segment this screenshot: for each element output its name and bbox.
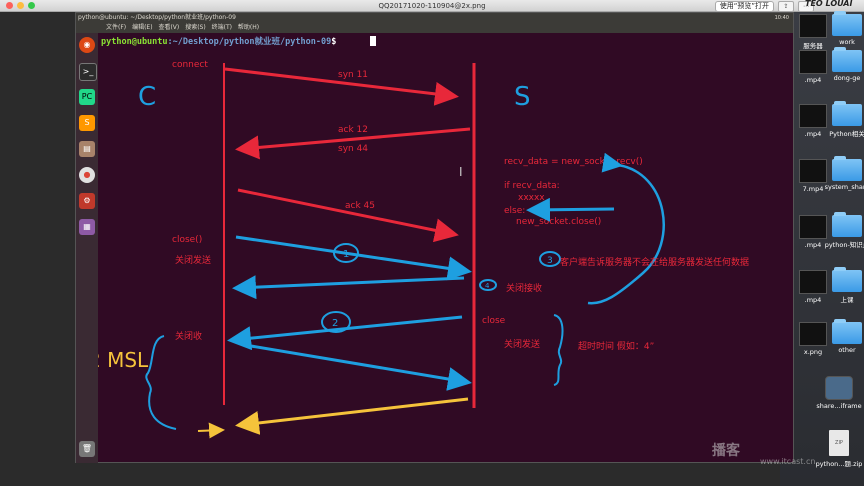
code-line-5: new_socket.close() xyxy=(516,217,601,227)
sublime-icon[interactable]: S xyxy=(79,115,95,131)
terminal-window-title: python@ubuntu: ~/Desktop/python就业班/pytho… xyxy=(78,14,236,21)
code-line-4: else: xyxy=(504,206,525,216)
close-client-label: close() xyxy=(172,235,202,245)
menu-edit[interactable]: 编辑(E) xyxy=(132,24,152,31)
timeout-label: 超时时间 假如：4” xyxy=(578,340,654,352)
ack-45-label: ack 45 xyxy=(345,201,375,211)
recv-loop-curve xyxy=(587,152,665,305)
desktop-item[interactable]: ZIP python...题.zip xyxy=(814,430,864,468)
ubuntu-launcher: ◉ >_ PC S ▤ ● ⚙ ▦ 🗑 xyxy=(76,33,98,463)
close-recv-server-label: 关闭接收 xyxy=(506,282,542,294)
desktop-item[interactable]: Python相关 xyxy=(822,101,864,138)
step-4-digit: 4 xyxy=(485,282,490,290)
close-send-client-label: 关闭发送 xyxy=(175,254,211,266)
settings-icon[interactable]: ⚙ xyxy=(79,193,95,209)
folder-icon xyxy=(832,47,862,72)
connect-label: connect xyxy=(172,60,208,70)
preview-titlebar: QQ20171020-110904@2x.png 使用“预览”打开 ⇪ ⋯ xyxy=(0,0,864,12)
desktop-item[interactable]: work xyxy=(822,11,864,46)
syn-11-label: syn 11 xyxy=(338,70,368,80)
step-2-digit: 2 xyxy=(332,318,338,329)
code-line-3: xxxxx xyxy=(518,193,545,203)
workspace-icon[interactable]: ▦ xyxy=(79,219,95,235)
terminal-icon[interactable]: >_ xyxy=(79,63,97,81)
terminal-area[interactable]: python@ubuntu:~/Desktop/python就业班/python… xyxy=(98,33,793,462)
close-send-server-label: 关闭发送 xyxy=(504,338,540,350)
ubuntu-vm-window: python@ubuntu: ~/Desktop/python就业班/pytho… xyxy=(75,12,794,463)
open-with-preview-button[interactable]: 使用“预览”打开 xyxy=(714,1,774,12)
brand-watermark: TEO LOUAI xyxy=(805,0,853,8)
syn-44-label: syn 44 xyxy=(338,144,368,154)
share-icon[interactable]: ⇪ xyxy=(778,1,794,12)
menu-terminal[interactable]: 终端(T) xyxy=(212,24,232,31)
server-letter: S xyxy=(514,82,531,112)
zip-icon: ZIP xyxy=(829,430,849,456)
step-3-digit: 3 xyxy=(547,256,553,266)
ubuntu-topbar: python@ubuntu: ~/Desktop/python就业班/pytho… xyxy=(76,13,793,23)
final-yellow-arrow xyxy=(235,397,469,435)
client-letter: C xyxy=(138,82,156,112)
site-url-watermark: www.itcast.cn xyxy=(760,457,816,466)
msl-small-arrow xyxy=(197,422,225,439)
files-icon[interactable]: ▤ xyxy=(79,141,95,157)
clock: 10:40 xyxy=(774,15,789,21)
folder-icon xyxy=(832,319,862,344)
timeout-brace xyxy=(553,314,564,386)
tcp-diagram-annotations: C S connect syn 11 ack 12 syn 44 ack 45 … xyxy=(98,60,749,439)
else-pointer-arrow xyxy=(526,197,615,222)
menu-help[interactable]: 帮助(H) xyxy=(238,24,259,31)
menu-file[interactable]: 文件(F) xyxy=(106,24,126,31)
desktop-item[interactable]: system_share xyxy=(822,156,864,191)
menu-search[interactable]: 搜索(S) xyxy=(185,24,206,31)
folder-icon xyxy=(832,267,862,292)
two-msl-label: 2 MSL xyxy=(98,348,149,372)
ack-fin-1-arrow xyxy=(232,275,465,300)
trash-icon[interactable]: 🗑 xyxy=(79,441,95,457)
desktop-item[interactable]: 上课 xyxy=(822,267,864,304)
i-beam-cursor-icon: I xyxy=(459,165,463,179)
chrome-icon[interactable]: ● xyxy=(79,167,95,183)
close-recv-client-label: 关闭收 xyxy=(175,330,202,342)
server-note: 客户端告诉服务器不会在给服务器发送任何数据 xyxy=(560,256,749,268)
msl-brace xyxy=(145,335,177,430)
desktop-item[interactable]: share...iframe xyxy=(814,376,864,410)
folder-icon xyxy=(832,156,862,181)
folder-icon xyxy=(832,212,862,237)
desktop-item[interactable]: other xyxy=(822,319,864,354)
menu-view[interactable]: 查看(V) xyxy=(158,24,179,31)
code-line-2: if recv_data: xyxy=(504,181,560,191)
terminal-menubar: 文件(F) 编辑(E) 查看(V) 搜索(S) 终端(T) 帮助(H) xyxy=(76,23,793,33)
folder-icon xyxy=(832,101,862,126)
app-icon xyxy=(825,376,853,400)
ack-12-label: ack 12 xyxy=(338,125,368,135)
close-server-label: close xyxy=(482,316,506,326)
ack-45-arrow xyxy=(237,188,459,243)
desktop-item[interactable]: dong-ge xyxy=(822,47,864,82)
fin-1-arrow xyxy=(235,235,472,281)
ubuntu-logo-icon[interactable]: ◉ xyxy=(79,37,95,53)
folder-icon xyxy=(832,11,862,36)
pycharm-icon[interactable]: PC xyxy=(79,89,95,105)
ack-fin-2-arrow xyxy=(244,343,472,391)
step-1-digit: 1 xyxy=(343,249,349,260)
desktop-item[interactable]: python-知识点 xyxy=(822,212,864,249)
site-watermark: 播客 xyxy=(712,443,740,459)
